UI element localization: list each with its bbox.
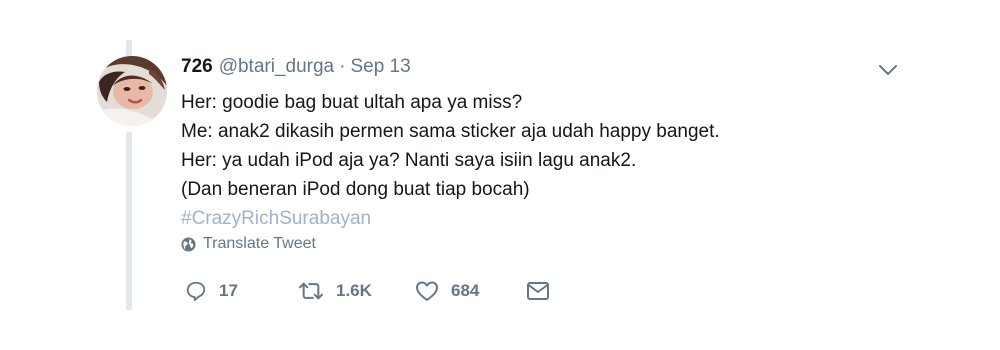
hashtag-link[interactable]: #CrazyRichSurabayan xyxy=(181,204,720,233)
tweet-line: Me: anak2 dikasih permen sama sticker aj… xyxy=(181,121,720,142)
tweet-date[interactable]: Sep 13 xyxy=(350,56,410,77)
retweet-icon xyxy=(298,282,324,300)
reply-icon xyxy=(186,281,206,302)
avatar-image xyxy=(97,56,167,126)
translate-tweet-link[interactable]: Translate Tweet xyxy=(181,235,316,253)
like-count: 684 xyxy=(451,281,480,300)
retweet-count: 1.6K xyxy=(336,281,372,300)
globe-icon xyxy=(181,236,196,252)
tweet-line: (Dan beneran iPod dong buat tiap bocah) xyxy=(181,179,530,200)
envelope-icon xyxy=(527,282,549,300)
retweet-button[interactable]: 1.6K xyxy=(298,276,372,306)
header-separator: · xyxy=(339,56,346,77)
like-button[interactable]: 684 xyxy=(415,276,479,306)
avatar[interactable] xyxy=(97,56,167,126)
reply-button[interactable]: 17 xyxy=(185,276,238,306)
reply-count: 17 xyxy=(219,281,238,300)
author-handle[interactable]: @btari_durga xyxy=(219,56,334,77)
direct-message-button[interactable] xyxy=(526,276,562,306)
author-name[interactable]: 726 xyxy=(181,56,213,77)
tweet-line: Her: goodie bag buat ultah apa ya miss? xyxy=(181,92,523,113)
tweet-header: 726 @btari_durga · Sep 13 xyxy=(181,54,411,80)
tweet-text: Her: goodie bag buat ultah apa ya miss? … xyxy=(181,88,720,233)
heart-icon xyxy=(416,281,438,301)
more-options-button[interactable] xyxy=(876,60,900,80)
tweet-card: 726 @btari_durga · Sep 13 Her: goodie bag b… xyxy=(0,0,1000,350)
chevron-down-icon xyxy=(879,65,897,75)
tweet-line: Her: ya udah iPod aja ya? Nanti saya isi… xyxy=(181,150,637,171)
translate-label: Translate Tweet xyxy=(203,235,316,252)
